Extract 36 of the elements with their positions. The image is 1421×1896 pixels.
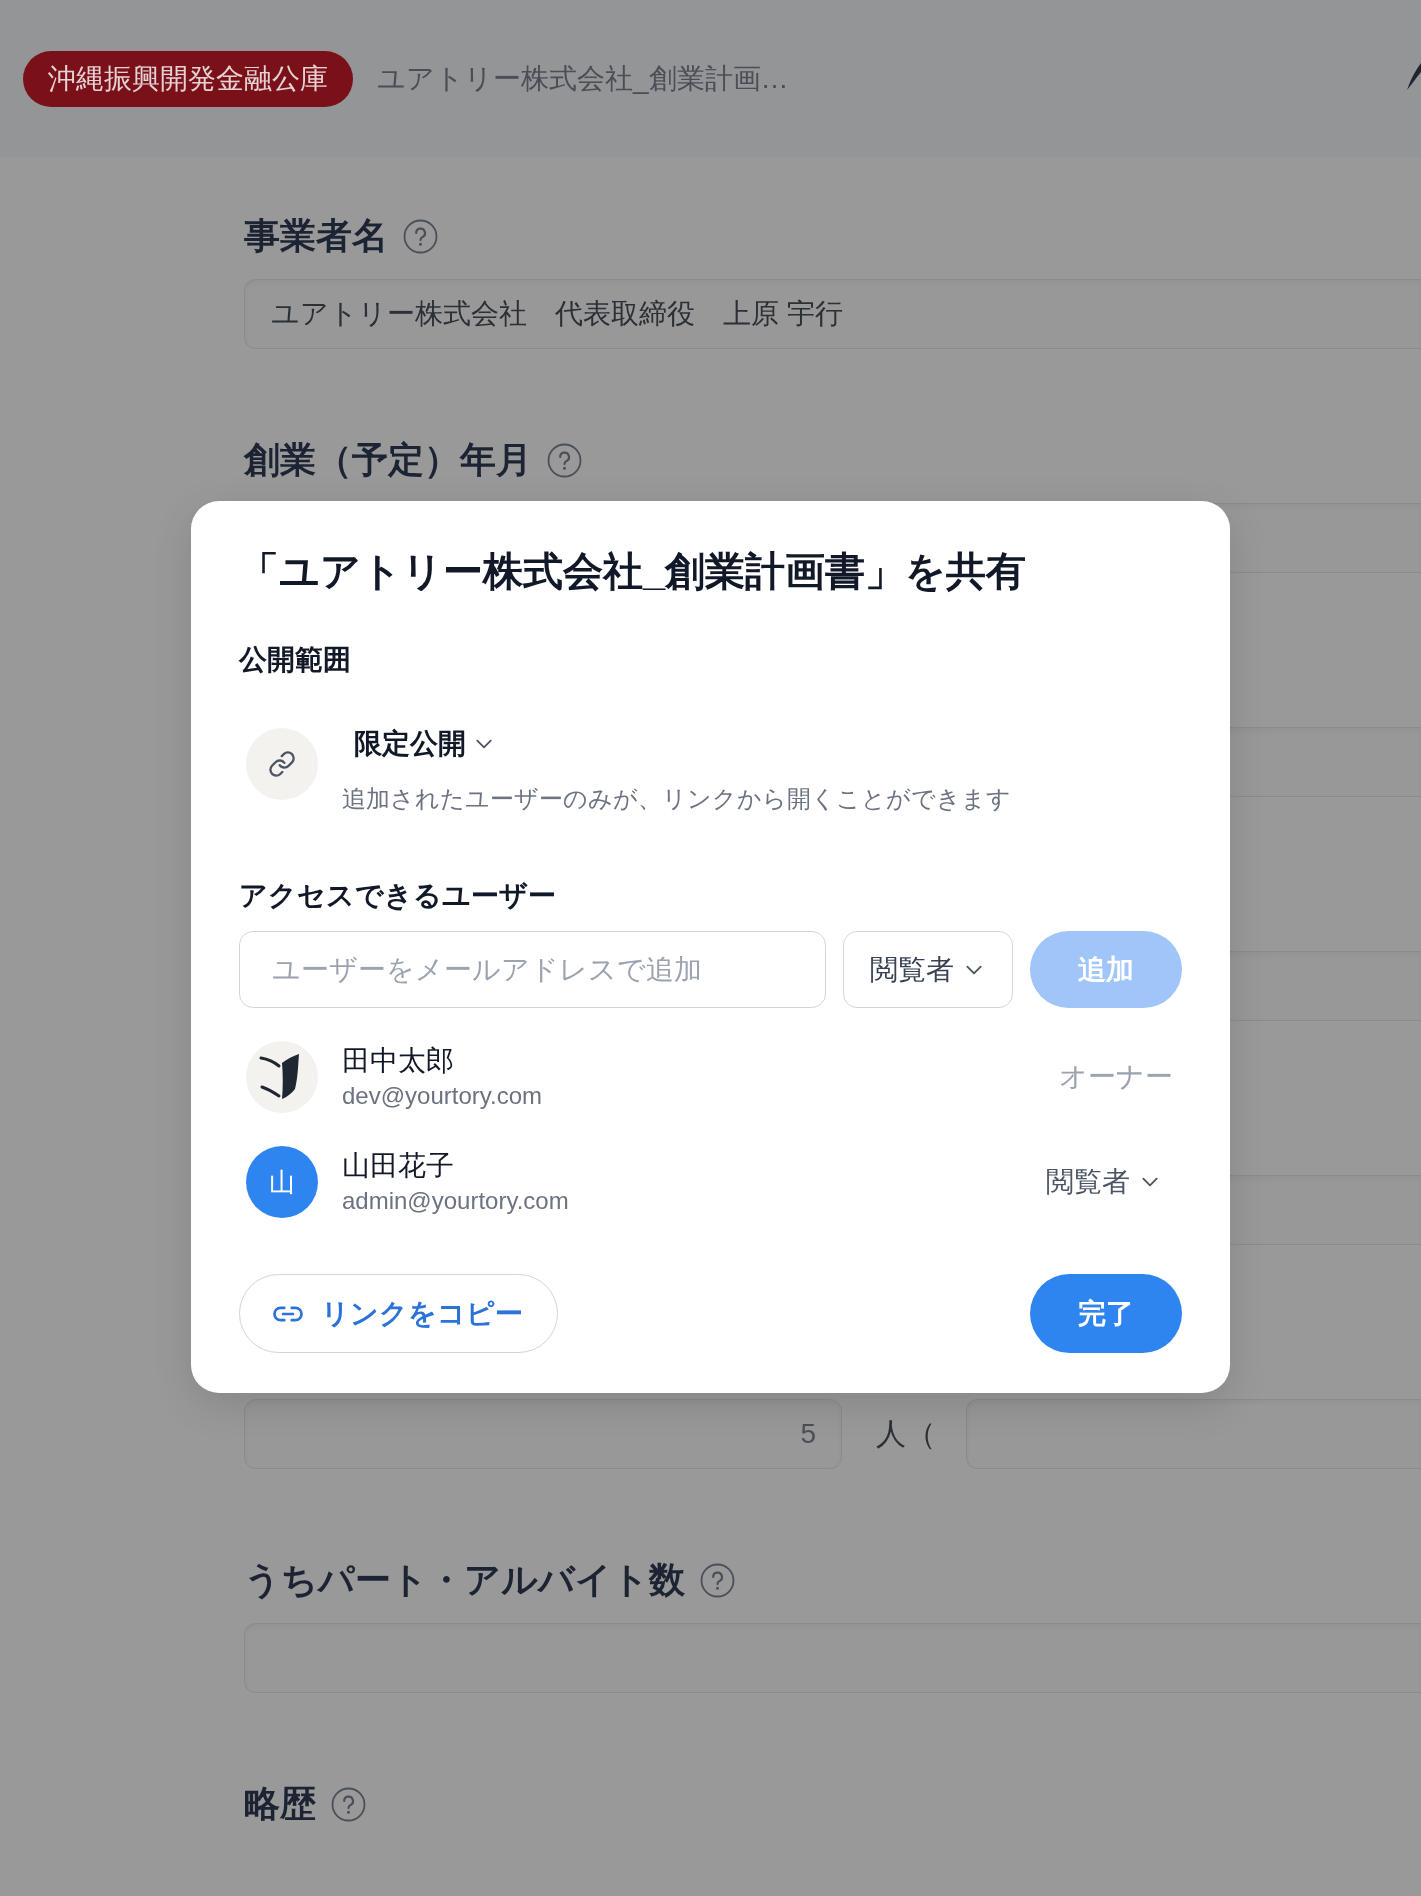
unit-label: 人（ [876,1415,936,1452]
help-icon[interactable] [331,1786,366,1822]
field-label: 創業（予定）年月 [244,438,532,482]
done-button[interactable]: 完了 [1030,1274,1182,1353]
help-icon[interactable] [547,442,582,478]
user-name: 山田花子 [342,1149,455,1183]
section-heading: アクセスできるユーザー [239,879,557,913]
role-dropdown[interactable]: 閲覧者 [1038,1163,1182,1201]
user-name: 田中太郎 [342,1044,455,1078]
chevron-down-icon [476,739,492,749]
organization-badge: 沖縄振興開発金融公庫 [23,50,353,107]
link-icon [273,1305,303,1322]
input-field[interactable] [966,1399,1421,1469]
logo-icon [246,1041,318,1113]
number-field[interactable]: 5 [244,1399,842,1469]
field-label: 事業者名 [244,214,388,258]
role-dropdown[interactable]: 閲覧者 [843,931,1013,1008]
user-email: admin@yourtory.com [342,1186,569,1216]
visibility-description: 追加されたユーザーのみが、リンクから開くことができます [342,784,1011,814]
help-icon[interactable] [700,1562,735,1598]
section-heading: 公開範囲 [239,643,352,677]
field-label: 略歴 [244,1782,316,1826]
visibility-dropdown[interactable]: 限定公開 [342,726,504,762]
chevron-down-icon [966,964,982,975]
document-title: ユアトリー株式会社_創業計画… [377,61,789,96]
help-icon[interactable] [403,218,438,254]
field-label: うちパート・アルバイト数 [244,1558,685,1602]
copy-link-button[interactable]: リンクをコピー [239,1274,558,1353]
email-input[interactable]: ユーザーをメールアドレスで追加 [239,931,826,1008]
text-field[interactable]: ユアトリー株式会社 代表取締役 上原 宇行 [244,279,1421,349]
user-email: dev@yourtory.com [342,1081,542,1111]
link-icon [246,728,318,800]
role-label: オーナー [1059,1060,1174,1094]
user-avatar: 山 [246,1146,318,1218]
chevron-down-icon [1142,1177,1158,1187]
dialog-title: 「ユアトリー株式会社_創業計画書」を共有 [239,548,1028,595]
